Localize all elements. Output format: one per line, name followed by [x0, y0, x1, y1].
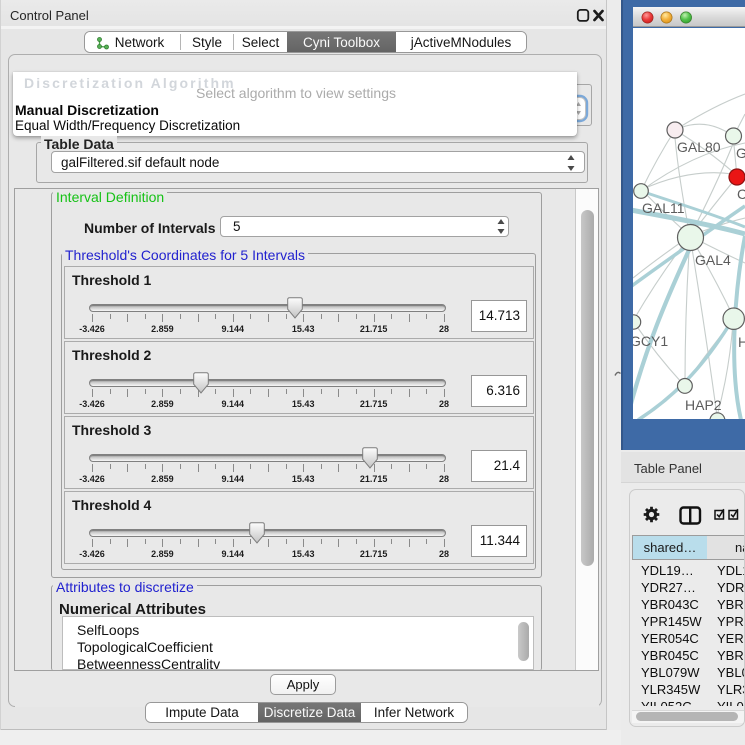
svg-text:HAP2: HAP2 [685, 397, 722, 413]
svg-text:GCY1: GCY1 [633, 333, 668, 349]
svg-text:GAL80: GAL80 [677, 139, 721, 155]
svg-text:H: H [738, 334, 745, 350]
svg-text:GAL11: GAL11 [642, 200, 685, 216]
svg-text:C: C [737, 186, 745, 202]
svg-text:GA: GA [736, 145, 745, 161]
svg-text:GAL4: GAL4 [695, 252, 731, 268]
